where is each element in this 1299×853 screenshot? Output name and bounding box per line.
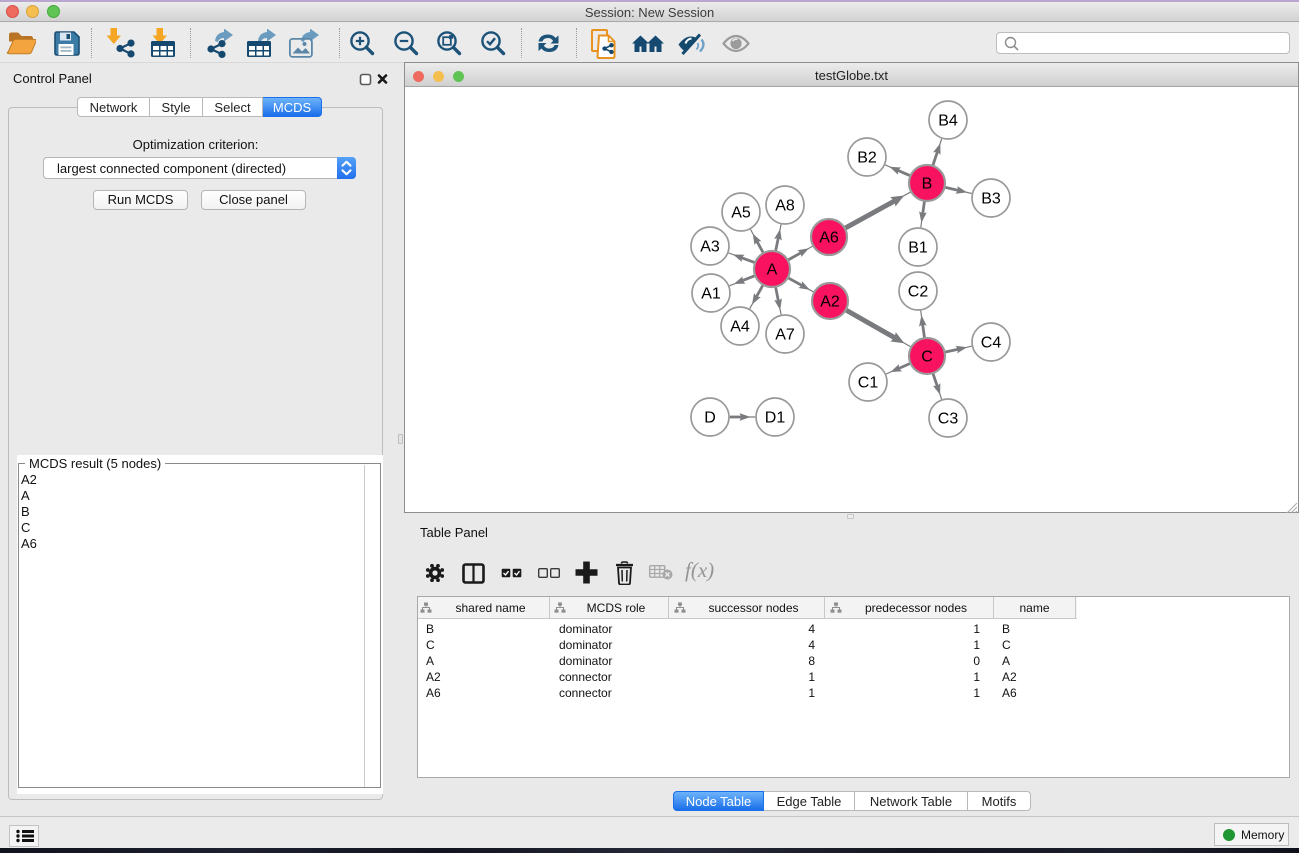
svg-text:A5: A5 <box>731 205 751 222</box>
svg-text:B: B <box>922 176 933 193</box>
svg-text:C1: C1 <box>858 375 879 392</box>
svg-text:A3: A3 <box>700 239 720 256</box>
svg-text:C2: C2 <box>908 284 929 301</box>
svg-text:C: C <box>921 349 933 366</box>
svg-text:A2: A2 <box>820 294 840 311</box>
svg-text:B1: B1 <box>908 240 928 257</box>
svg-text:C3: C3 <box>938 411 959 428</box>
svg-text:C4: C4 <box>981 335 1002 352</box>
svg-text:B4: B4 <box>938 113 958 130</box>
svg-text:A7: A7 <box>775 327 795 344</box>
svg-text:D: D <box>704 410 716 427</box>
svg-text:A1: A1 <box>701 286 721 303</box>
svg-text:B2: B2 <box>857 150 877 167</box>
svg-text:A4: A4 <box>730 319 750 336</box>
svg-text:D1: D1 <box>765 410 786 427</box>
svg-text:A: A <box>767 262 778 279</box>
svg-text:A8: A8 <box>775 198 795 215</box>
svg-text:A6: A6 <box>819 230 839 247</box>
svg-text:B3: B3 <box>981 191 1001 208</box>
